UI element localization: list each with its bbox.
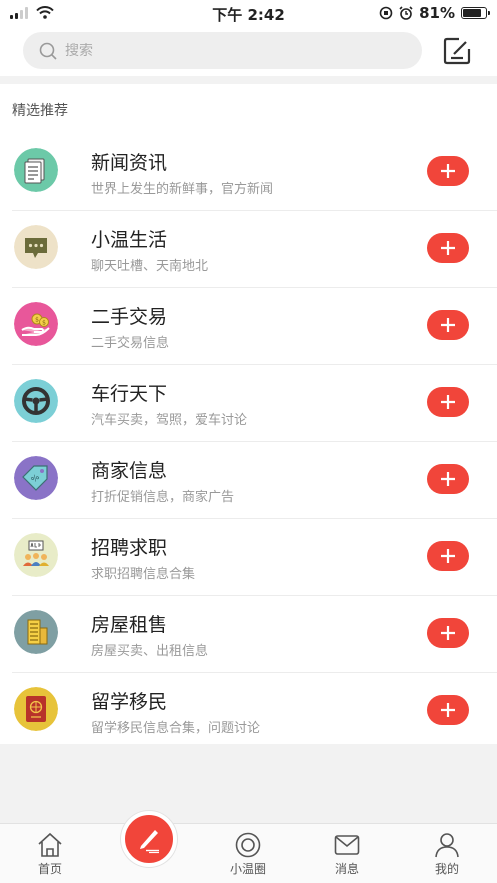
building-icon bbox=[14, 610, 58, 654]
circle-icon bbox=[235, 832, 261, 858]
tab-home[interactable]: 首页 bbox=[20, 832, 80, 877]
category-desc: 留学移民信息合集，问题讨论 bbox=[91, 721, 261, 736]
category-item-study-abroad[interactable]: 留学移民 留学移民信息合集，问题讨论 bbox=[12, 673, 497, 750]
home-icon bbox=[38, 832, 62, 857]
tab-circle[interactable]: 小温圈 bbox=[218, 832, 278, 877]
tab-mine[interactable]: 我的 bbox=[417, 832, 477, 877]
plus-icon bbox=[441, 241, 455, 255]
add-button[interactable] bbox=[427, 618, 469, 648]
add-button[interactable] bbox=[427, 541, 469, 571]
category-item-cars[interactable]: 车行天下 汽车买卖，驾照，爱车讨论 bbox=[12, 365, 497, 442]
category-desc: 世界上发生的新鲜事，官方新闻 bbox=[91, 182, 274, 197]
category-item-housing[interactable]: 房屋租售 房屋买卖、出租信息 bbox=[12, 596, 497, 673]
battery-icon bbox=[461, 7, 490, 19]
plus-icon bbox=[441, 395, 455, 409]
category-item-news[interactable]: 新闻资讯 世界上发生的新鲜事，官方新闻 bbox=[12, 134, 497, 211]
tab-mine-label: 我的 bbox=[434, 862, 459, 876]
category-list: 新闻资讯 世界上发生的新鲜事，官方新闻 小温生活 聊天吐槽、天南地北 $ $ 二… bbox=[0, 134, 497, 750]
price-tag-icon: % bbox=[14, 456, 58, 500]
post-button[interactable] bbox=[121, 811, 177, 867]
recommended-section: 精选推荐 新闻资讯 世界上发生的新鲜事，官方新闻 小温生活 聊天吐槽、天南地北 … bbox=[0, 84, 497, 744]
search-input[interactable] bbox=[65, 42, 385, 59]
category-desc: 聊天吐槽、天南地北 bbox=[91, 259, 209, 274]
section-title: 精选推荐 bbox=[12, 103, 68, 119]
category-title: 车行天下 bbox=[91, 383, 168, 405]
category-title: 二手交易 bbox=[91, 306, 168, 328]
passport-icon bbox=[14, 687, 58, 731]
category-title: 商家信息 bbox=[91, 460, 168, 482]
bottom-tab-bar: 首页 小温圈 消息 我的 bbox=[0, 823, 497, 883]
plus-icon bbox=[441, 472, 455, 486]
tab-home-label: 首页 bbox=[37, 862, 62, 876]
tab-messages[interactable]: 消息 bbox=[317, 832, 377, 877]
category-desc: 房屋买卖、出租信息 bbox=[91, 644, 209, 659]
tab-messages-label: 消息 bbox=[334, 862, 359, 876]
plus-icon bbox=[441, 549, 455, 563]
top-bar bbox=[0, 26, 497, 76]
add-button[interactable] bbox=[427, 233, 469, 263]
add-button[interactable] bbox=[427, 156, 469, 186]
plus-icon bbox=[441, 318, 455, 332]
add-button[interactable] bbox=[427, 310, 469, 340]
battery-percent: 81% bbox=[419, 4, 455, 22]
category-title: 小温生活 bbox=[91, 229, 168, 251]
plus-icon bbox=[441, 703, 455, 717]
user-icon bbox=[435, 833, 459, 858]
search-icon bbox=[39, 42, 57, 60]
category-title: 招聘求职 bbox=[91, 537, 168, 559]
category-desc: 打折促销信息，商家广告 bbox=[91, 490, 235, 505]
category-desc: 二手交易信息 bbox=[91, 336, 170, 351]
pen-icon bbox=[140, 830, 159, 854]
category-title: 留学移民 bbox=[91, 691, 168, 713]
category-item-life[interactable]: 小温生活 聊天吐槽、天南地北 bbox=[12, 211, 497, 288]
category-title: 新闻资讯 bbox=[91, 152, 168, 174]
category-item-secondhand[interactable]: $ $ 二手交易 二手交易信息 bbox=[12, 288, 497, 365]
svg-text:$: $ bbox=[42, 320, 46, 327]
add-button[interactable] bbox=[427, 695, 469, 725]
rotation-lock-icon bbox=[379, 6, 393, 20]
search-bar[interactable] bbox=[23, 32, 422, 69]
chat-bubble-icon bbox=[14, 225, 58, 269]
category-title: 房屋租售 bbox=[91, 614, 168, 636]
job-board-icon bbox=[14, 533, 58, 577]
steering-wheel-icon bbox=[14, 379, 58, 423]
compose-icon[interactable] bbox=[443, 37, 471, 65]
tab-circle-label: 小温圈 bbox=[229, 862, 266, 876]
plus-icon bbox=[441, 164, 455, 178]
category-item-merchants[interactable]: % 商家信息 打折促销信息，商家广告 bbox=[12, 442, 497, 519]
money-hand-icon: $ $ bbox=[14, 302, 58, 346]
category-item-jobs[interactable]: 招聘求职 求职招聘信息合集 bbox=[12, 519, 497, 596]
alarm-icon bbox=[399, 6, 413, 20]
plus-icon bbox=[441, 626, 455, 640]
category-desc: 求职招聘信息合集 bbox=[91, 567, 196, 582]
status-bar: 下午 2:42 81% bbox=[0, 0, 497, 26]
add-button[interactable] bbox=[427, 387, 469, 417]
mail-icon bbox=[334, 835, 360, 855]
newspaper-icon bbox=[14, 148, 58, 192]
svg-text:$: $ bbox=[35, 317, 39, 324]
add-button[interactable] bbox=[427, 464, 469, 494]
category-desc: 汽车买卖，驾照，爱车讨论 bbox=[91, 413, 248, 428]
